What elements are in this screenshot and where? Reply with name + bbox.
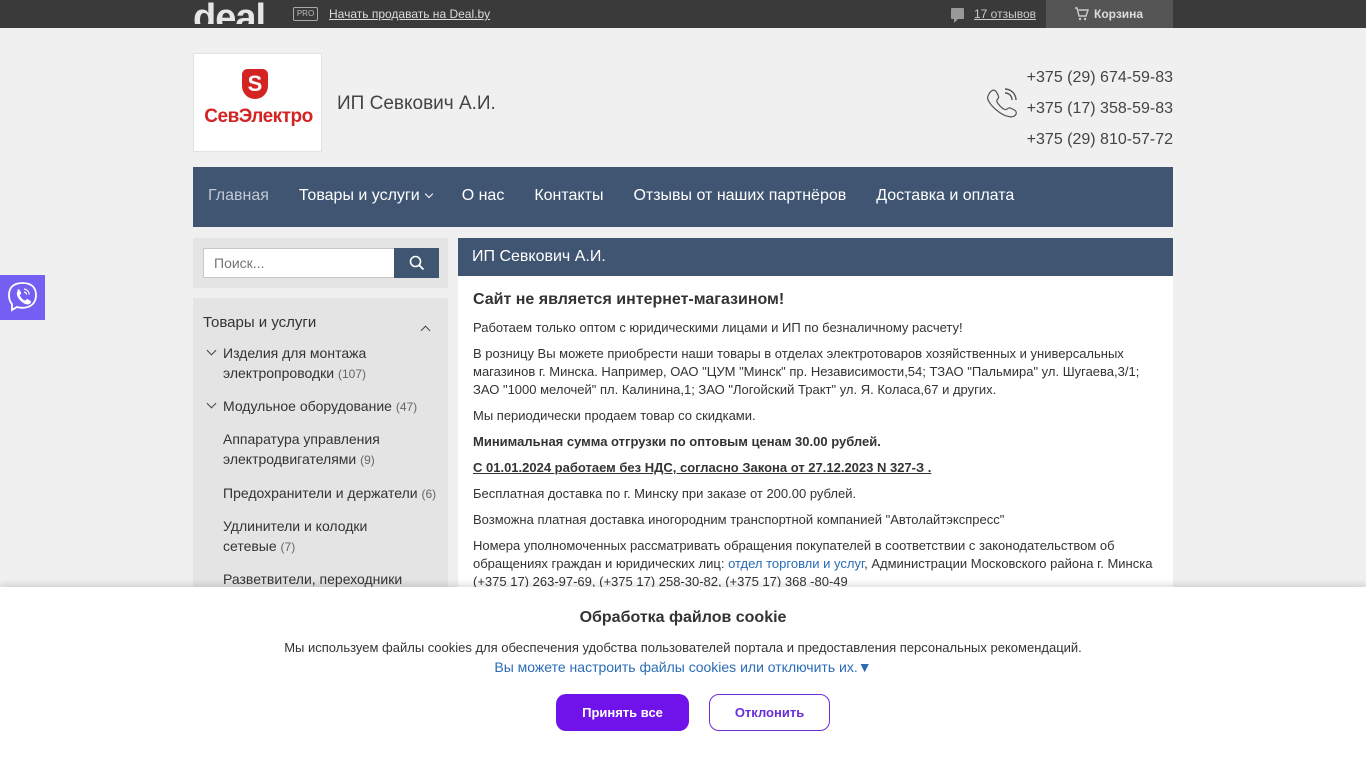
category-label: Модульное оборудование (223, 398, 392, 414)
accept-all-button[interactable]: Принять все (556, 694, 689, 731)
reviews-link[interactable]: 17 отзывов (951, 7, 1037, 23)
chevron-down-icon[interactable] (206, 398, 217, 409)
cart-icon (1075, 7, 1089, 21)
nav-products[interactable]: Товары и услуги (284, 167, 447, 227)
cart-button[interactable]: Корзина (1046, 0, 1173, 28)
chevron-up-icon[interactable] (420, 325, 431, 336)
main-nav: Главная Товары и услуги О нас Контакты О… (193, 167, 1173, 227)
nav-home[interactable]: Главная (193, 167, 284, 227)
site-header: S СевЭлектро ИП Севкович А.И. +375 (29) … (193, 53, 1173, 152)
chevron-down-icon[interactable] (206, 345, 217, 356)
category-panel: Товары и услуги Изделия для монтажа элек… (193, 298, 448, 598)
viber-button[interactable] (0, 275, 45, 320)
cookie-banner: Обработка файлов cookie Мы используем фа… (0, 587, 1366, 768)
category-count: (47) (395, 400, 418, 414)
cookie-settings-link[interactable]: Вы можете настроить файлы cookies или от… (0, 659, 1366, 675)
start-selling-link[interactable]: Начать продавать на Deal.by (329, 7, 490, 21)
nav-contacts[interactable]: Контакты (519, 167, 618, 227)
deal-logo[interactable]: deal (193, 0, 265, 24)
trade-department-link[interactable]: отдел торговли и услуг (728, 556, 864, 571)
decline-button[interactable]: Отклонить (709, 694, 830, 731)
category-count: (107) (337, 366, 366, 381)
main-title: ИП Севкович А.И. (458, 238, 1173, 276)
category-item[interactable]: Предохранители и держатели (6) (223, 484, 438, 505)
logo-mark: S (242, 69, 268, 99)
company-logo[interactable]: S СевЭлектро (193, 53, 322, 152)
category-label: Предохранители и держатели (223, 485, 418, 501)
search-button[interactable] (394, 248, 439, 278)
top-bar: deal PRO Начать продавать на Deal.by 17 … (0, 0, 1366, 28)
content-paragraph: Возможна платная доставка иногородним тр… (473, 512, 1005, 527)
category-item[interactable]: Модульное оборудование (47) (206, 397, 438, 418)
category-title: Товары и услуги (203, 314, 317, 331)
nav-products-label: Товары и услуги (298, 187, 420, 204)
viber-icon (8, 282, 37, 312)
category-item[interactable]: Изделия для монтажа электропроводки (107… (206, 344, 438, 384)
nav-partner-reviews[interactable]: Отзывы от наших партнёров (618, 167, 861, 227)
category-item[interactable]: Удлинители и колодки сетевые (7) (223, 517, 388, 557)
pro-badge: PRO (293, 7, 318, 21)
category-label: Разветвители, переходники (223, 571, 403, 587)
min-order-text: Минимальная сумма отгрузки по оптовым це… (473, 434, 881, 449)
main-content: Сайт не является интернет-магазином! Раб… (458, 276, 1173, 606)
search-panel (193, 238, 448, 288)
category-label: Аппаратура управления электродвигателями (223, 431, 380, 467)
comment-icon (951, 8, 964, 23)
phone-list: +375 (29) 674-59-83 +375 (17) 358-59-83 … (1027, 62, 1173, 155)
cart-label: Корзина (1094, 7, 1144, 21)
search-icon (409, 255, 425, 271)
phone-number-3[interactable]: +375 (29) 810-57-72 (1027, 124, 1173, 155)
category-count: (9) (360, 452, 375, 467)
category-count: (6) (421, 487, 437, 501)
phone-icon (987, 88, 1017, 118)
content-paragraph: Работаем только оптом с юридическими лиц… (473, 320, 963, 335)
content-paragraph: Бесплатная доставка по г. Минску при зак… (473, 486, 857, 501)
content-paragraph: С 01.01.2024 работаем без НДС, согласно … (473, 459, 1158, 477)
content-paragraph: Мы периодически продаем товар со скидкам… (473, 408, 756, 423)
search-input[interactable] (203, 248, 395, 278)
category-count: (7) (280, 539, 296, 554)
company-name: ИП Севкович А.И. (337, 93, 496, 114)
nav-delivery[interactable]: Доставка и оплата (861, 167, 1029, 227)
content-paragraph: В розницу Вы можете приобрести наши това… (473, 346, 1140, 397)
reviews-label: 17 отзывов (974, 7, 1037, 21)
chevron-down-icon (424, 189, 433, 199)
phone-number-2[interactable]: +375 (17) 358-59-83 (1027, 93, 1173, 124)
category-item[interactable]: Аппаратура управления электродвигателями… (223, 430, 408, 470)
cookie-text: Мы используем файлы cookies для обеспече… (284, 640, 1082, 655)
cookie-title: Обработка файлов cookie (579, 609, 787, 626)
vat-notice: С 01.01.2024 работаем без НДС, согласно … (473, 460, 932, 475)
content-headline: Сайт не является интернет-магазином! (473, 291, 785, 308)
phone-number-1[interactable]: +375 (29) 674-59-83 (1027, 62, 1173, 93)
nav-about[interactable]: О нас (447, 167, 520, 227)
content-paragraph: Номера уполномоченных рассматривать обра… (473, 537, 1158, 591)
content-paragraph: Минимальная сумма отгрузки по оптовым це… (473, 433, 1158, 451)
logo-text: СевЭлектро (204, 106, 313, 127)
